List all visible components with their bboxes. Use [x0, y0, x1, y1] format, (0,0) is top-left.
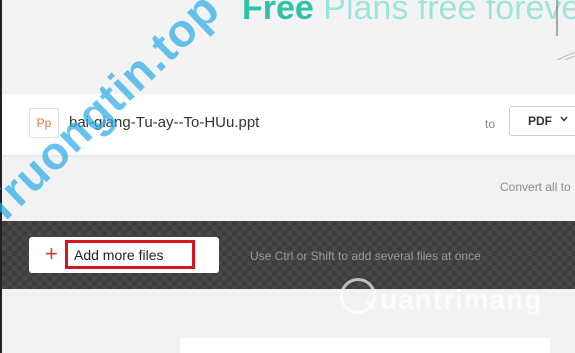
decorative-lines-icon	[556, 51, 575, 60]
output-format-select[interactable]: PDF	[509, 106, 575, 136]
convert-all-label: Convert all to	[500, 180, 571, 194]
dropzone[interactable]: + Add more files Use Ctrl or Shift to ad…	[2, 221, 575, 289]
add-more-files-button[interactable]: + Add more files	[29, 237, 219, 273]
hero-banner: Free Plans free forever	[2, 0, 575, 90]
bottom-panel	[180, 338, 550, 353]
add-more-files-label: Add more files	[74, 247, 164, 263]
plus-icon: +	[45, 241, 58, 266]
watermark-brand: uantrimang	[380, 284, 543, 315]
watermark-logo-icon	[340, 278, 376, 314]
multi-select-hint: Use Ctrl or Shift to add several files a…	[250, 249, 481, 263]
chevron-down-icon	[560, 116, 568, 122]
hero-free-word: Free	[242, 0, 314, 27]
hero-tagline: Plans free forever	[323, 0, 575, 27]
output-format-value: PDF	[528, 114, 552, 128]
to-label: to	[485, 117, 496, 131]
hero-heading: Free Plans free forever	[242, 0, 575, 28]
